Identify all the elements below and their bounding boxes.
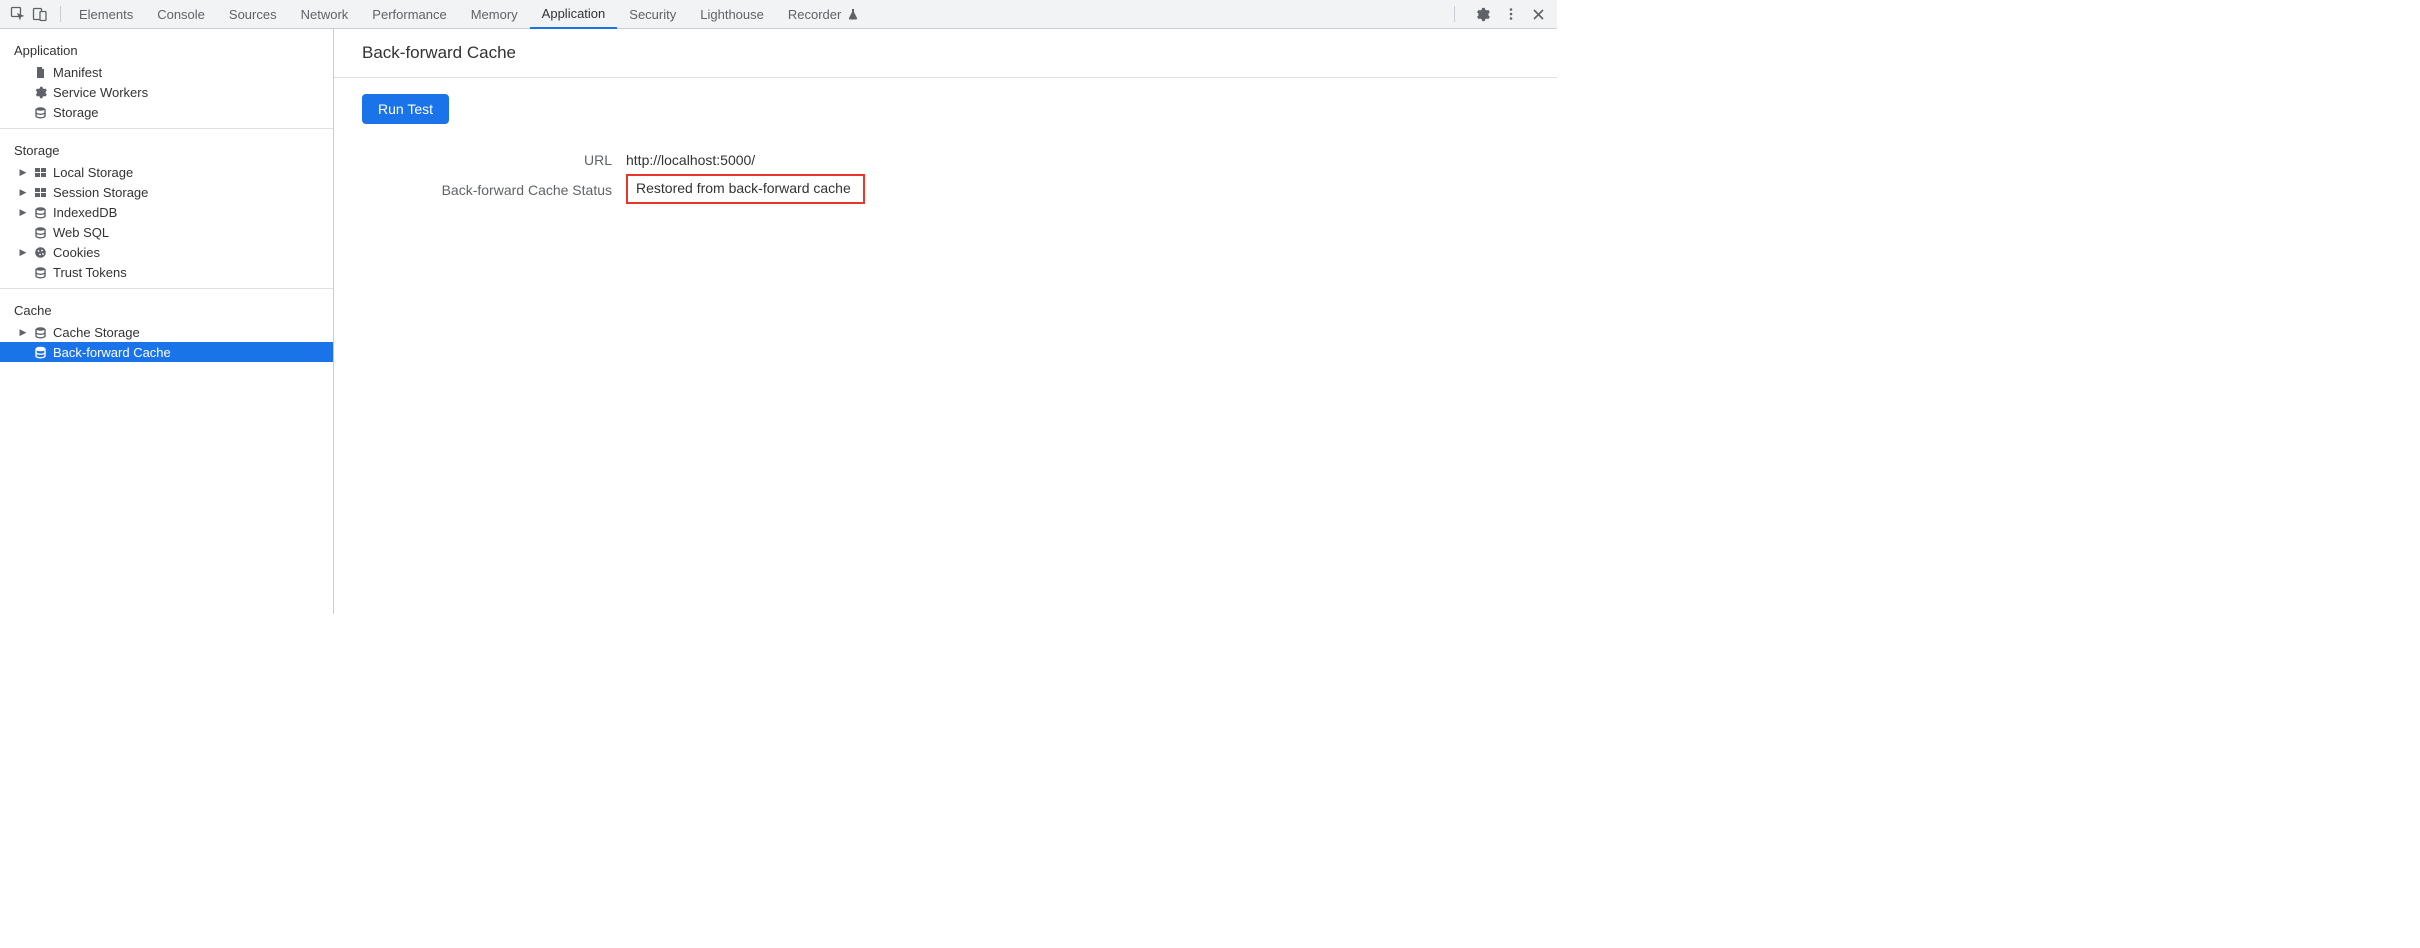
- tabbar-left-tools: [4, 6, 54, 22]
- tabbar-divider: [1454, 6, 1455, 22]
- sidebar-item-label: Manifest: [53, 65, 102, 80]
- devtools-tabbar: Elements Console Sources Network Perform…: [0, 0, 1557, 29]
- tab-performance[interactable]: Performance: [360, 0, 458, 29]
- content-header: Back-forward Cache: [334, 29, 1557, 78]
- close-icon[interactable]: [1532, 8, 1545, 21]
- sidebar-separator: [0, 128, 333, 129]
- status-highlight: Restored from back-forward cache: [626, 174, 865, 204]
- database-icon: [34, 226, 47, 239]
- tab-security[interactable]: Security: [617, 0, 688, 29]
- sidebar-item-label: Service Workers: [53, 85, 148, 100]
- tabbar-right-tools: [1440, 6, 1553, 22]
- sidebar-item-label: Local Storage: [53, 165, 133, 180]
- sidebar-item-label: Cookies: [53, 245, 100, 260]
- sidebar-item-label: Web SQL: [53, 225, 109, 240]
- tab-label: Recorder: [788, 7, 841, 22]
- expand-icon[interactable]: ▶: [18, 187, 28, 198]
- cookie-icon: [34, 246, 47, 259]
- kebab-menu-icon[interactable]: [1504, 7, 1518, 21]
- sidebar-item-trust-tokens[interactable]: Trust Tokens: [0, 262, 333, 282]
- status-value: Restored from back-forward cache: [636, 180, 851, 196]
- gear-icon[interactable]: [1475, 7, 1490, 22]
- sidebar-item-session-storage[interactable]: ▶ Session Storage: [0, 182, 333, 202]
- content-panel: Back-forward Cache Run Test URL http://l…: [334, 29, 1557, 614]
- sidebar-item-cache-storage[interactable]: ▶ Cache Storage: [0, 322, 333, 342]
- sidebar-item-service-workers[interactable]: Service Workers: [0, 82, 333, 102]
- sidebar-item-label: IndexedDB: [53, 205, 117, 220]
- tab-elements[interactable]: Elements: [67, 0, 145, 29]
- sidebar-item-label: Session Storage: [53, 185, 148, 200]
- sidebar-item-back-forward-cache[interactable]: Back-forward Cache: [0, 342, 333, 362]
- sidebar-item-storage-overview[interactable]: Storage: [0, 102, 333, 122]
- tab-label: Security: [629, 7, 676, 22]
- expand-icon[interactable]: ▶: [18, 327, 28, 338]
- info-grid: URL http://localhost:5000/ Back-forward …: [362, 148, 1529, 204]
- sidebar-section-application: Application: [0, 35, 333, 62]
- flask-icon: [847, 8, 859, 20]
- tab-label: Sources: [229, 7, 277, 22]
- document-icon: [34, 66, 47, 79]
- tab-lighthouse[interactable]: Lighthouse: [688, 0, 776, 29]
- status-label: Back-forward Cache Status: [362, 176, 612, 198]
- sidebar-item-websql[interactable]: Web SQL: [0, 222, 333, 242]
- device-toggle-icon[interactable]: [32, 6, 48, 22]
- gear-icon: [34, 86, 47, 99]
- tabbar-divider: [60, 6, 61, 22]
- database-icon: [34, 326, 47, 339]
- page-title: Back-forward Cache: [362, 43, 1529, 63]
- database-icon: [34, 106, 47, 119]
- database-icon: [34, 206, 47, 219]
- application-sidebar: Application Manifest Service Workers Sto…: [0, 29, 334, 614]
- tab-label: Application: [542, 6, 606, 21]
- tab-recorder[interactable]: Recorder: [776, 0, 871, 29]
- sidebar-section-storage: Storage: [0, 135, 333, 162]
- table-icon: [34, 186, 47, 199]
- tab-label: Performance: [372, 7, 446, 22]
- status-cell: Restored from back-forward cache: [626, 176, 1529, 204]
- sidebar-item-label: Cache Storage: [53, 325, 140, 340]
- sidebar-item-label: Trust Tokens: [53, 265, 127, 280]
- sidebar-item-manifest[interactable]: Manifest: [0, 62, 333, 82]
- content-body: Run Test URL http://localhost:5000/ Back…: [334, 78, 1557, 220]
- sidebar-item-cookies[interactable]: ▶ Cookies: [0, 242, 333, 262]
- table-icon: [34, 166, 47, 179]
- tab-application[interactable]: Application: [530, 0, 618, 29]
- sidebar-item-local-storage[interactable]: ▶ Local Storage: [0, 162, 333, 182]
- sidebar-separator: [0, 288, 333, 289]
- tab-network[interactable]: Network: [289, 0, 361, 29]
- sidebar-section-cache: Cache: [0, 295, 333, 322]
- sidebar-item-label: Storage: [53, 105, 99, 120]
- expand-icon[interactable]: ▶: [18, 247, 28, 258]
- tab-label: Network: [301, 7, 349, 22]
- tab-label: Console: [157, 7, 205, 22]
- url-value: http://localhost:5000/: [626, 148, 1529, 168]
- tab-label: Memory: [471, 7, 518, 22]
- expand-icon[interactable]: ▶: [18, 207, 28, 218]
- tab-sources[interactable]: Sources: [217, 0, 289, 29]
- expand-icon[interactable]: ▶: [18, 167, 28, 178]
- tab-label: Elements: [79, 7, 133, 22]
- main-panel: Application Manifest Service Workers Sto…: [0, 29, 1557, 614]
- database-icon: [34, 346, 47, 359]
- inspect-icon[interactable]: [10, 6, 26, 22]
- sidebar-item-indexeddb[interactable]: ▶ IndexedDB: [0, 202, 333, 222]
- sidebar-item-label: Back-forward Cache: [53, 345, 171, 360]
- run-test-button[interactable]: Run Test: [362, 94, 449, 124]
- url-label: URL: [362, 148, 612, 168]
- database-icon: [34, 266, 47, 279]
- tab-memory[interactable]: Memory: [459, 0, 530, 29]
- tab-label: Lighthouse: [700, 7, 764, 22]
- tab-console[interactable]: Console: [145, 0, 217, 29]
